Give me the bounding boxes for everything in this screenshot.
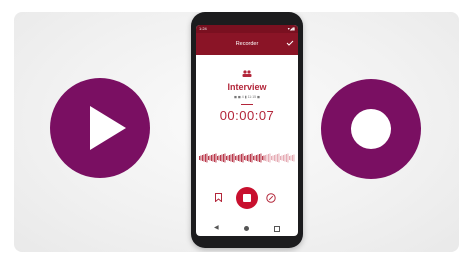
waveform-bar	[290, 155, 292, 161]
check-icon[interactable]	[286, 39, 294, 47]
waveform-bar	[241, 154, 242, 162]
waveform-bar	[268, 154, 269, 162]
waveform-bar	[221, 154, 223, 162]
waveform-bar	[229, 155, 230, 161]
waveform-bar	[251, 153, 253, 163]
waveform-bar	[262, 156, 263, 160]
waveform-bar	[217, 156, 218, 160]
waveform-bar	[259, 154, 260, 162]
app-title: Recorder	[235, 41, 259, 47]
waveform-bar	[278, 153, 280, 163]
waveform-bar	[287, 153, 289, 163]
waveform-bar	[260, 153, 262, 163]
waveform-bar	[238, 155, 239, 161]
nav-recents-button[interactable]	[274, 226, 280, 232]
waveform-bar	[230, 154, 232, 162]
people-icon	[242, 70, 252, 77]
nav-back-button[interactable]: ◀	[214, 224, 219, 231]
waveform-bar	[266, 154, 268, 162]
play-icon	[90, 106, 126, 150]
recording-meta: ◼ ◼ 4 ▮ 11:15 ◼	[234, 95, 260, 99]
waveform-bar	[206, 153, 208, 163]
waveform-bar	[220, 155, 221, 161]
waveform-bar	[209, 155, 211, 161]
stop-button[interactable]	[236, 187, 258, 209]
waveform-bar	[233, 153, 235, 163]
waveform-bar	[232, 154, 233, 162]
waveform-bar	[203, 154, 205, 162]
record-button[interactable]	[321, 79, 421, 179]
waveform-bar	[235, 156, 236, 160]
waveform-bar	[202, 155, 203, 161]
waveform-bar	[250, 154, 251, 162]
waveform-bar	[214, 154, 215, 162]
nav-home-button[interactable]	[244, 226, 249, 231]
waveform-bar	[283, 155, 284, 161]
waveform-bar	[223, 154, 224, 162]
play-button[interactable]	[50, 78, 150, 178]
waveform-bar	[224, 153, 226, 163]
waveform-bar	[275, 154, 277, 162]
waveform-bar	[215, 153, 217, 163]
recording-title[interactable]: Interview	[196, 82, 298, 92]
waveform-bar	[248, 154, 250, 162]
title-divider	[241, 104, 253, 105]
waveform-bar	[199, 156, 200, 160]
recording-timer: 00:00:07	[219, 108, 275, 123]
waveform-bar	[284, 154, 286, 162]
waveform-bar	[256, 155, 257, 161]
waveform-bar	[272, 155, 274, 161]
waveform-bar	[245, 155, 247, 161]
record-icon	[351, 109, 391, 149]
waveform-bar	[212, 154, 214, 162]
waveform-bar	[244, 156, 245, 160]
android-nav-bar: ◀	[196, 223, 298, 233]
waveform-bar	[200, 155, 202, 161]
phone-screen: 1:24 ▾◢▮ Recorder Interview ◼ ◼ 4 ▮ 11:1…	[196, 25, 298, 236]
waveform-bar	[277, 154, 278, 162]
waveform-bar	[239, 154, 241, 162]
waveform-bar	[269, 153, 271, 163]
waveform-bar	[263, 155, 265, 161]
edit-icon[interactable]	[266, 193, 276, 203]
waveform-bar	[281, 155, 283, 161]
waveform-bar	[227, 155, 229, 161]
waveform-bar	[208, 156, 209, 160]
waveform-bar	[253, 156, 254, 160]
waveform-bar	[280, 156, 281, 160]
bookmark-icon[interactable]	[215, 193, 222, 202]
waveform-bar	[236, 155, 238, 161]
waveform-bar	[292, 155, 293, 161]
waveform-bar	[289, 156, 290, 160]
waveform-bar	[257, 154, 259, 162]
screenshot-card: 1:24 ▾◢▮ Recorder Interview ◼ ◼ 4 ▮ 11:1…	[14, 12, 459, 252]
status-time: 1:24	[199, 26, 207, 31]
waveform-bar	[218, 155, 220, 161]
phone-frame: 1:24 ▾◢▮ Recorder Interview ◼ ◼ 4 ▮ 11:1…	[191, 12, 303, 248]
waveform	[199, 153, 295, 163]
waveform-bar	[205, 154, 206, 162]
waveform-bar	[226, 156, 227, 160]
status-bar: 1:24 ▾◢▮	[196, 25, 298, 33]
waveform-bar	[247, 155, 248, 161]
waveform-bar	[211, 155, 212, 161]
waveform-bar	[274, 155, 275, 161]
waveform-bar	[271, 156, 272, 160]
waveform-bar	[254, 155, 256, 161]
waveform-bar	[293, 154, 295, 162]
waveform-bar	[265, 155, 266, 161]
waveform-bar	[286, 154, 287, 162]
app-bar: Recorder	[196, 33, 298, 55]
status-icons: ▾◢▮	[287, 26, 295, 31]
waveform-bar	[242, 153, 244, 163]
